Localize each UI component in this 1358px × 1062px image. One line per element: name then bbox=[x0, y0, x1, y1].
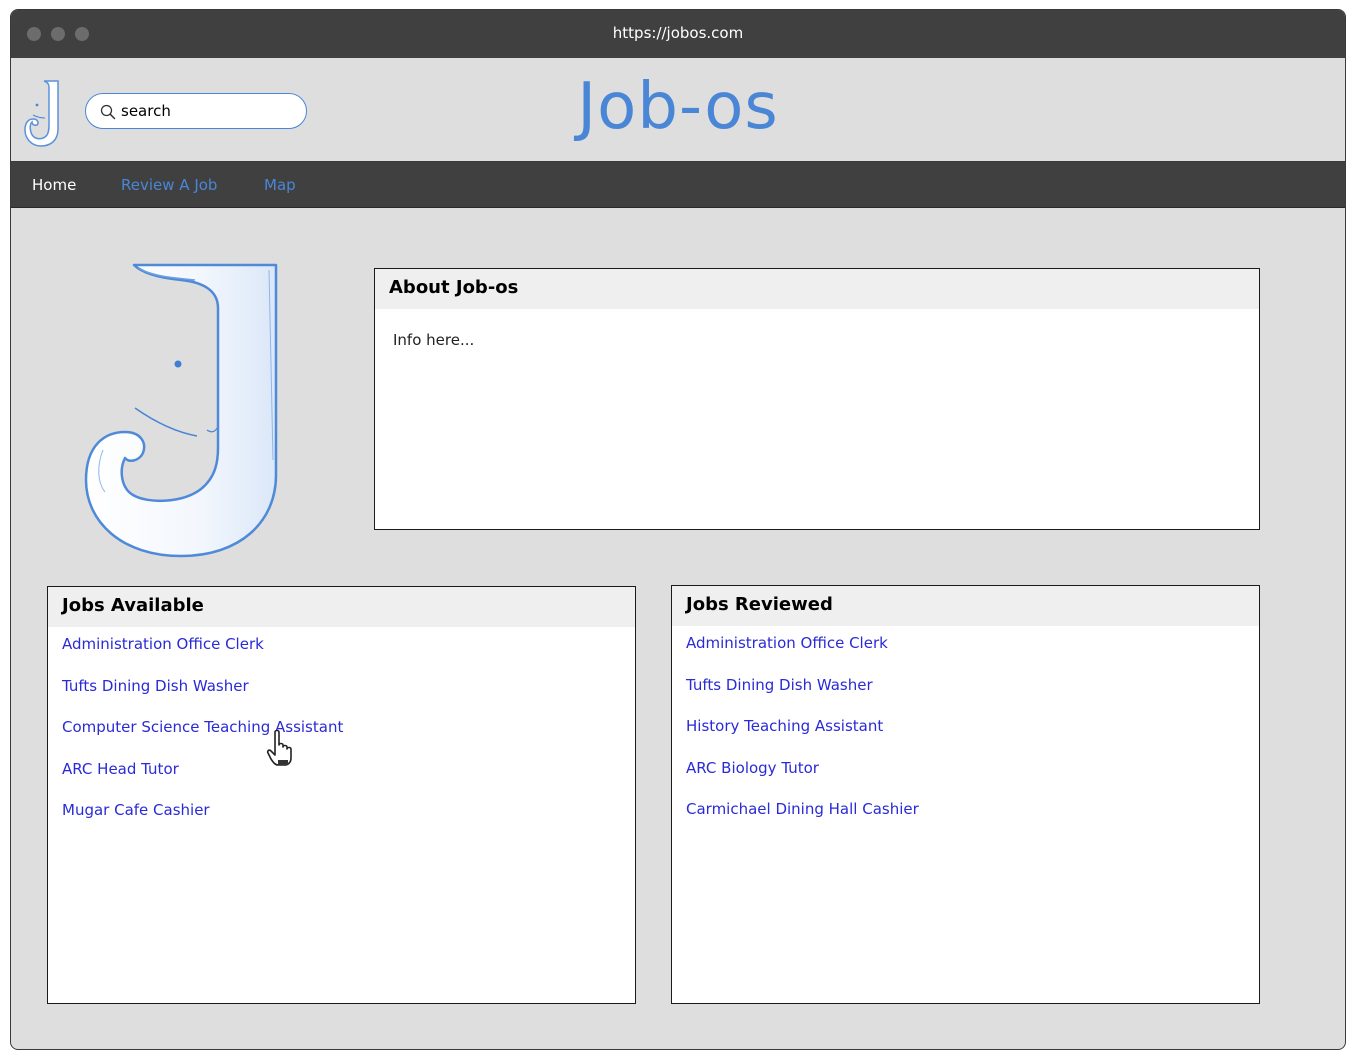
list-item: Tufts Dining Dish Washer bbox=[62, 676, 635, 718]
job-available-link[interactable]: Tufts Dining Dish Washer bbox=[62, 677, 249, 695]
jobs-reviewed-list: Administration Office Clerk Tufts Dining… bbox=[672, 626, 1259, 841]
jobs-available-title: Jobs Available bbox=[48, 587, 635, 627]
address-bar-url[interactable]: https://jobos.com bbox=[11, 24, 1345, 42]
browser-window: https://jobos.com Job-os Home Review A J… bbox=[10, 9, 1346, 1050]
hand-pointer-icon bbox=[266, 729, 292, 766]
list-item: Carmichael Dining Hall Cashier bbox=[686, 799, 1259, 841]
jobs-reviewed-title: Jobs Reviewed bbox=[672, 586, 1259, 626]
list-item: Mugar Cafe Cashier bbox=[62, 800, 635, 842]
site-header: Job-os bbox=[11, 58, 1345, 162]
list-item: ARC Head Tutor bbox=[62, 759, 635, 801]
job-reviewed-link[interactable]: Carmichael Dining Hall Cashier bbox=[686, 800, 919, 818]
jobs-available-list: Administration Office Clerk Tufts Dining… bbox=[48, 627, 635, 842]
job-reviewed-link[interactable]: ARC Biology Tutor bbox=[686, 759, 819, 777]
job-reviewed-link[interactable]: Administration Office Clerk bbox=[686, 634, 888, 652]
list-item: History Teaching Assistant bbox=[686, 716, 1259, 758]
main-nav: Home Review A Job Map bbox=[11, 162, 1345, 208]
list-item: Administration Office Clerk bbox=[62, 634, 635, 676]
about-panel: About Job-os Info here... bbox=[374, 268, 1260, 530]
nav-review-a-job[interactable]: Review A Job bbox=[121, 176, 217, 194]
job-available-link[interactable]: Mugar Cafe Cashier bbox=[62, 801, 210, 819]
jobs-available-panel: Jobs Available Administration Office Cle… bbox=[47, 586, 636, 1004]
job-available-link[interactable]: Administration Office Clerk bbox=[62, 635, 264, 653]
list-item: Tufts Dining Dish Washer bbox=[686, 675, 1259, 717]
logo-j-large-icon bbox=[84, 263, 278, 558]
nav-map[interactable]: Map bbox=[264, 176, 296, 194]
job-available-link[interactable]: ARC Head Tutor bbox=[62, 760, 179, 778]
list-item: Administration Office Clerk bbox=[686, 633, 1259, 675]
list-item: Computer Science Teaching Assistant bbox=[62, 717, 635, 759]
browser-titlebar: https://jobos.com bbox=[11, 10, 1345, 58]
job-available-link[interactable]: Computer Science Teaching Assistant bbox=[62, 718, 343, 736]
job-reviewed-link[interactable]: Tufts Dining Dish Washer bbox=[686, 676, 873, 694]
about-panel-title: About Job-os bbox=[375, 269, 1259, 309]
site-title: Job-os bbox=[577, 70, 779, 144]
job-reviewed-link[interactable]: History Teaching Assistant bbox=[686, 717, 883, 735]
list-item: ARC Biology Tutor bbox=[686, 758, 1259, 800]
jobs-reviewed-panel: Jobs Reviewed Administration Office Cler… bbox=[671, 585, 1260, 1004]
nav-home[interactable]: Home bbox=[32, 176, 76, 194]
about-panel-body: Info here... bbox=[393, 331, 475, 349]
